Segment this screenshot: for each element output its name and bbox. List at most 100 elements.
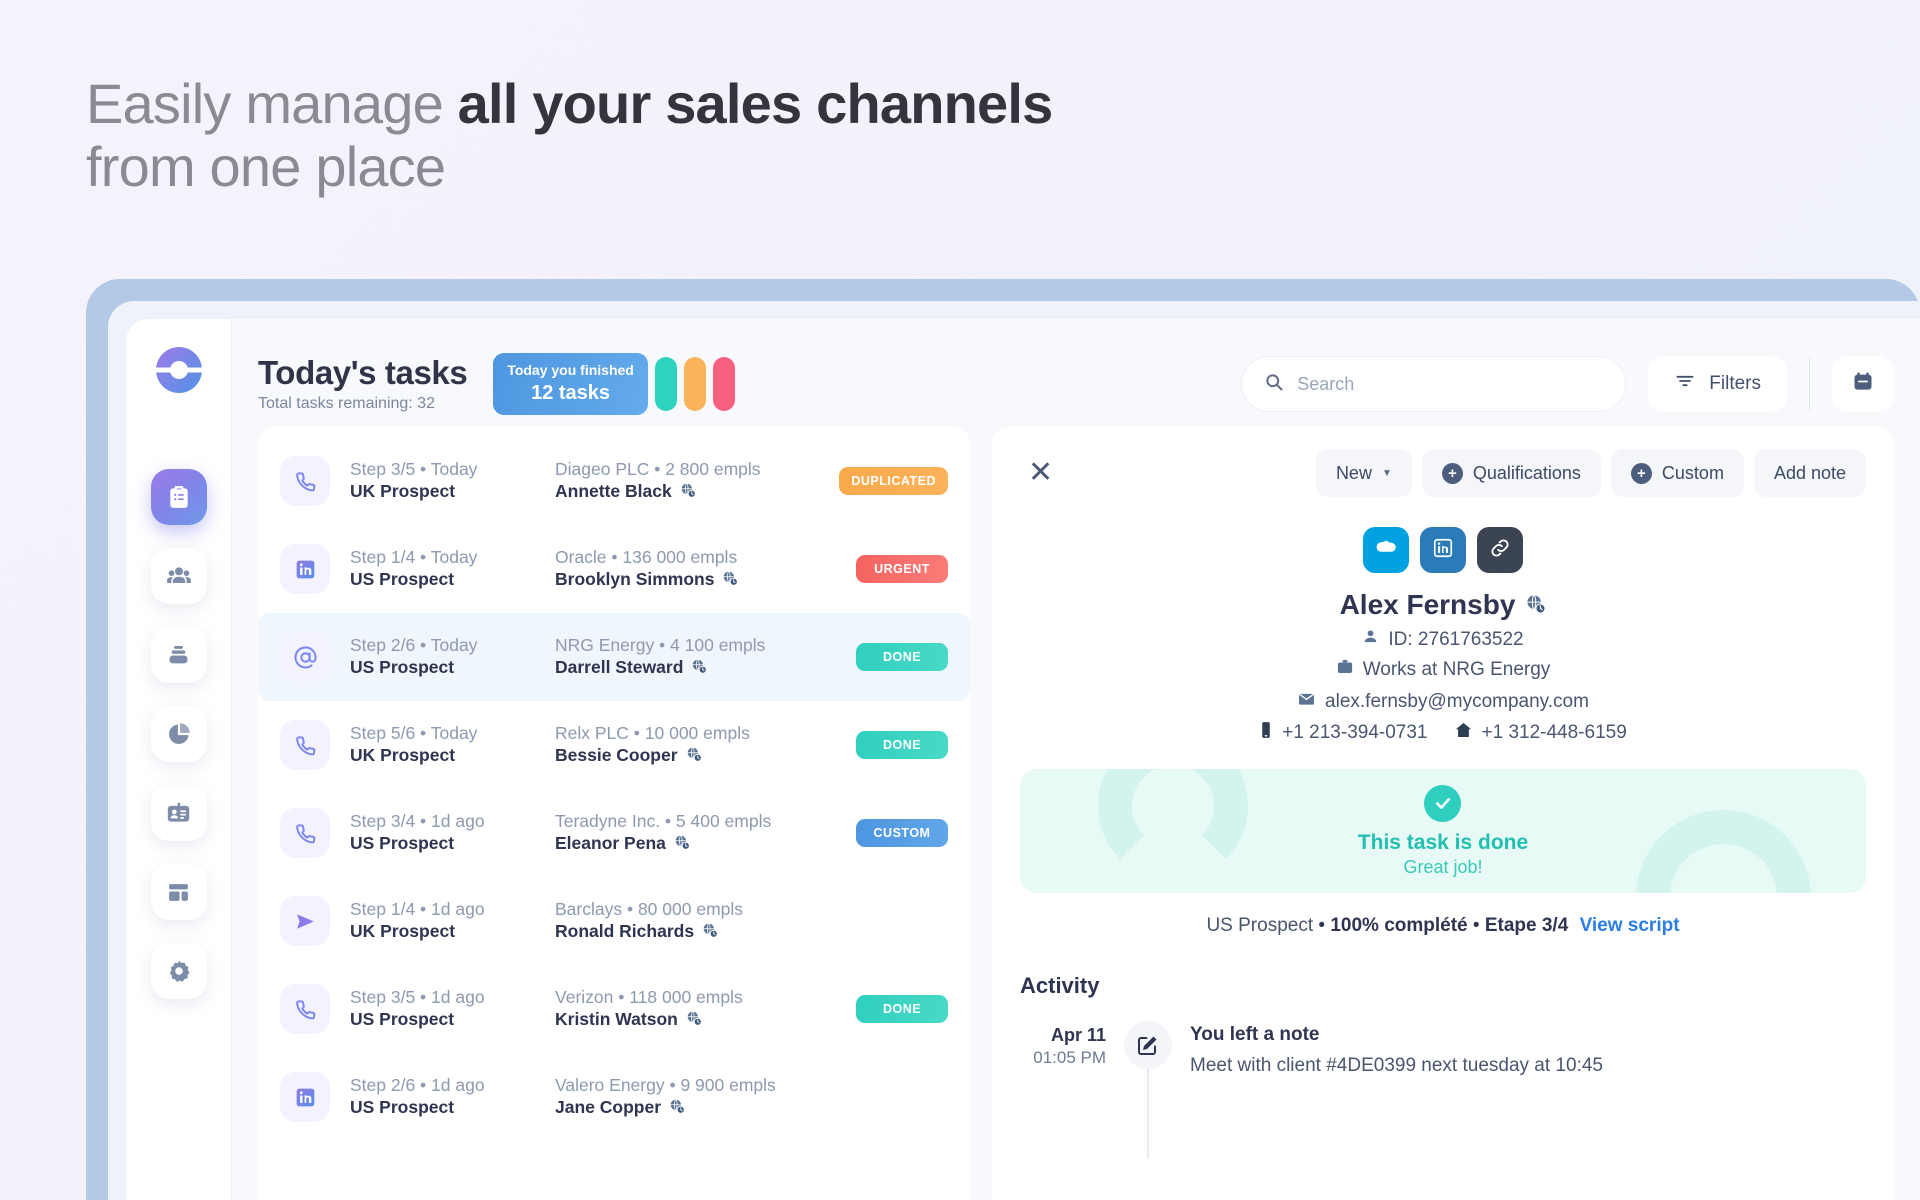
task-step-column: Step 1/4 • Today US Prospect xyxy=(350,547,535,591)
sidebar-item-campaigns[interactable] xyxy=(150,627,207,683)
view-script-link[interactable]: View script xyxy=(1580,915,1680,936)
link-icon xyxy=(1489,537,1511,564)
headline-second-line: from one place xyxy=(86,135,446,199)
activity-title-text: You left a note xyxy=(1190,1024,1320,1045)
activity-item: Apr 11 01:05 PM You left a note Meet wit… xyxy=(1020,1021,1866,1159)
task-step: Step 3/5 • 1d ago xyxy=(350,987,485,1008)
contact-mobile-pair: +1 213-394-0731 xyxy=(1259,721,1428,745)
search-box[interactable] xyxy=(1241,356,1627,412)
task-company: Relx PLC • 10 000 empls xyxy=(555,722,750,743)
plus-icon: + xyxy=(1441,462,1463,484)
contact-id-row: ID: 2761763522 xyxy=(1020,628,1866,651)
close-icon[interactable]: ✕ xyxy=(1020,454,1061,492)
task-status-badge: URGENT xyxy=(856,555,948,583)
task-row[interactable]: Step 3/5 • Today UK Prospect Diageo PLC • … xyxy=(258,437,970,525)
copy-link-button[interactable] xyxy=(1477,527,1523,573)
home-icon xyxy=(1454,721,1473,745)
task-step: Step 3/5 • Today xyxy=(350,459,478,480)
new-dropdown[interactable]: New ▼ xyxy=(1315,449,1412,497)
task-row[interactable]: Step 1/4 • Today US Prospect Oracle • 136 … xyxy=(258,525,970,613)
salesforce-icon xyxy=(1374,539,1398,562)
task-company-column: Diageo PLC • 2 800 empls Annette Black xyxy=(555,459,839,504)
filters-button[interactable]: Filters xyxy=(1648,356,1787,412)
qualifications-button[interactable]: + Qualifications xyxy=(1421,449,1601,497)
task-status-badge: DONE xyxy=(856,995,948,1023)
contact-detail-panel: ✕ New ▼ + Qualifications + Custom Add no… xyxy=(992,427,1894,1200)
detail-header: ✕ New ▼ + Qualifications + Custom Add no… xyxy=(1020,449,1866,497)
sidebar-item-layout[interactable] xyxy=(150,864,207,920)
task-row[interactable]: Step 3/4 • 1d ago US Prospect Teradyne Inc… xyxy=(258,789,970,877)
task-person: Ronald Richards xyxy=(555,921,695,941)
streak-bar-2 xyxy=(683,356,706,411)
task-company: Valero Energy • 9 900 empls xyxy=(555,1074,776,1095)
done-card-content: This task is done Great job! xyxy=(1357,784,1529,878)
linkedin-button[interactable] xyxy=(1420,527,1466,573)
id-card-icon xyxy=(165,800,192,827)
headline-light: Easily manage xyxy=(86,72,458,135)
page-headline: Easily manage all your sales channels fro… xyxy=(86,72,1053,199)
task-step: Step 5/6 • Today xyxy=(350,723,478,744)
task-company-column: NRG Energy • 4 100 empls Darrell Steward xyxy=(555,635,856,680)
filter-icon xyxy=(1674,371,1696,397)
app-window: Today's tasks Total tasks remaining: 32 … xyxy=(126,319,1920,1200)
progress-segment: US Prospect xyxy=(1206,915,1314,936)
activity-timeline-stem xyxy=(1147,1069,1149,1159)
task-segment: UK Prospect xyxy=(350,745,456,765)
brand-logo-icon[interactable] xyxy=(151,343,206,402)
task-status-badge xyxy=(856,1090,948,1104)
task-status-badge: DONE xyxy=(856,643,948,671)
task-person-row: Kristin Watson xyxy=(555,1009,856,1032)
task-row[interactable]: Step 2/6 • 1d ago US Prospect Valero Energ… xyxy=(258,1053,970,1141)
task-done-card: This task is done Great job! xyxy=(1020,769,1866,893)
task-person-row: Ronald Richards xyxy=(555,921,856,944)
search-input[interactable] xyxy=(1297,373,1604,395)
salesforce-button[interactable] xyxy=(1363,527,1409,573)
task-company-column: Verizon • 118 000 empls Kristin Watson xyxy=(555,987,856,1032)
task-person-row: Annette Black xyxy=(555,481,839,504)
task-status-badge: DUPLICATED xyxy=(839,467,948,495)
task-list-panel: Step 3/5 • Today UK Prospect Diageo PLC • … xyxy=(258,427,970,1200)
sidebar-item-settings[interactable] xyxy=(150,943,207,999)
task-person-row: Jane Copper xyxy=(555,1097,856,1120)
activity-heading: Activity xyxy=(1020,973,1100,998)
task-person: Kristin Watson xyxy=(555,1009,678,1029)
custom-button[interactable]: + Custom xyxy=(1610,449,1744,497)
task-company: Teradyne Inc. • 5 400 empls xyxy=(555,810,772,831)
add-note-button[interactable]: Add note xyxy=(1753,449,1866,497)
task-person-row: Brooklyn Simmons xyxy=(555,569,856,592)
toolbar-divider xyxy=(1809,358,1810,410)
detail-action-buttons: New ▼ + Qualifications + Custom Add note xyxy=(1315,449,1866,497)
device-frame-inner: Today's tasks Total tasks remaining: 32 … xyxy=(108,301,1920,1200)
task-step-column: Step 3/5 • 1d ago US Prospect xyxy=(350,987,535,1031)
calendar-button[interactable] xyxy=(1832,356,1894,412)
person-icon xyxy=(1362,628,1379,651)
task-row[interactable]: Step 5/6 • Today UK Prospect Relx PLC • 10… xyxy=(258,701,970,789)
sidebar-item-analytics[interactable] xyxy=(150,706,207,762)
sidebar xyxy=(126,319,232,1200)
task-step-column: Step 2/6 • 1d ago US Prospect xyxy=(350,1075,535,1119)
done-title: This task is done xyxy=(1357,830,1529,854)
task-person-row: Bessie Cooper xyxy=(555,745,856,768)
task-status-badge: DONE xyxy=(856,731,948,759)
contact-email: alex.fernsby@mycompany.com xyxy=(1325,690,1589,712)
task-row[interactable]: Step 2/6 • Today US Prospect NRG Energy • … xyxy=(258,613,970,701)
phone-icon xyxy=(280,456,330,506)
done-subtitle: Great job! xyxy=(1403,856,1483,877)
task-company: NRG Energy • 4 100 empls xyxy=(555,634,766,655)
page-title: Today's tasks xyxy=(258,353,468,391)
sidebar-item-contacts[interactable] xyxy=(150,548,207,604)
progress-sep-2: • xyxy=(1472,915,1485,936)
task-status-badge: CUSTOM xyxy=(856,819,948,847)
sidebar-item-tasks[interactable] xyxy=(150,469,207,525)
linkedin-icon xyxy=(1432,537,1454,564)
task-row[interactable]: Step 1/4 • 1d ago UK Prospect Barclays • 8… xyxy=(258,877,970,965)
task-row[interactable]: Step 3/5 • 1d ago US Prospect Verizon • 11… xyxy=(258,965,970,1053)
contact-name: Alex Fernsby xyxy=(1339,589,1516,620)
task-company: Verizon • 118 000 empls xyxy=(555,986,743,1007)
streak-line-1: Today you finished xyxy=(507,362,634,379)
decoration-arc-left xyxy=(1098,769,1248,881)
sidebar-item-cards[interactable] xyxy=(150,785,207,841)
stack-icon xyxy=(165,642,192,669)
task-segment: US Prospect xyxy=(350,1097,455,1117)
at-icon xyxy=(280,632,330,682)
